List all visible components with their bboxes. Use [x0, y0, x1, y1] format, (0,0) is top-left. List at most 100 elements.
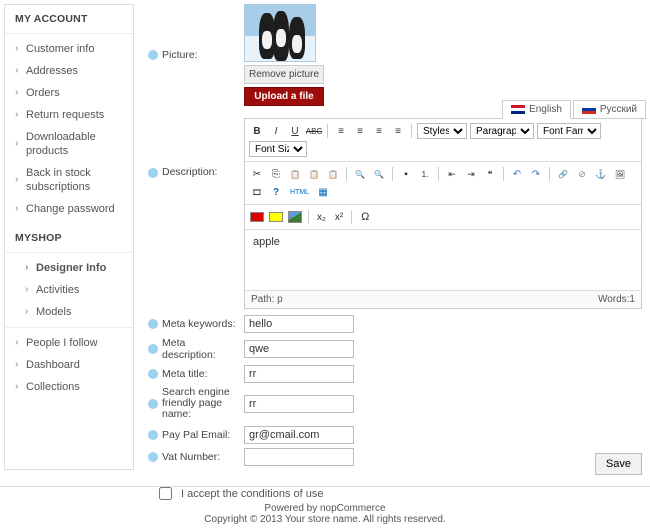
sidebar-item-change-password[interactable]: › Change password	[5, 198, 133, 220]
sidebar-item-models[interactable]: ›Models	[15, 301, 133, 323]
table-button[interactable]	[315, 184, 331, 200]
sidebar-item-label: People I follow	[26, 336, 98, 350]
paypal-input[interactable]	[244, 426, 354, 444]
upload-file-button[interactable]: Upload a file	[244, 87, 324, 106]
sidebar-item-back-in-stock[interactable]: ›Back in stock subscriptions	[5, 162, 133, 198]
sidebar-item-addresses[interactable]: ›Addresses	[5, 60, 133, 82]
sidebar: MY ACCOUNT ›Customer info ›Addresses ›Or…	[4, 4, 134, 470]
picture-thumbnail	[244, 4, 316, 62]
bold-button[interactable]: B	[249, 123, 265, 139]
paste-word-button[interactable]	[325, 166, 341, 182]
undo-button[interactable]	[509, 166, 525, 182]
redo-button[interactable]	[528, 166, 544, 182]
insert-image-button[interactable]	[287, 209, 303, 225]
anchor-button[interactable]	[593, 166, 609, 182]
accept-conditions-label: I accept the conditions of use	[181, 488, 323, 500]
font-family-select[interactable]: Font Family	[537, 123, 601, 139]
sef-name-label: Search engine friendly page name:	[162, 387, 244, 420]
chevron-right-icon: ›	[15, 380, 22, 394]
vat-input[interactable]	[244, 448, 354, 466]
chevron-right-icon: ›	[15, 202, 22, 216]
help-icon	[148, 452, 158, 462]
meta-description-input[interactable]	[244, 340, 354, 358]
sidebar-item-return-requests[interactable]: ›Return requests	[5, 104, 133, 126]
sidebar-title-myshop: MYSHOP	[5, 224, 133, 253]
indent-button[interactable]	[463, 166, 479, 182]
media-button[interactable]	[249, 184, 265, 200]
superscript-button[interactable]: x²	[332, 209, 346, 225]
paragraph-select[interactable]: Paragraph	[470, 123, 534, 139]
sidebar-item-designer-info[interactable]: › Designer Info	[15, 257, 133, 279]
flag-ru-icon	[582, 105, 596, 114]
bullet-list-button[interactable]	[398, 166, 414, 182]
help-icon	[148, 50, 158, 60]
meta-title-label: Meta title:	[162, 368, 244, 380]
align-left-button[interactable]: ≡	[333, 123, 349, 139]
find-button[interactable]	[352, 166, 368, 182]
sidebar-item-label: Designer Info	[36, 261, 106, 275]
sidebar-item-customer-info[interactable]: ›Customer info	[5, 38, 133, 60]
footer: Powered by nopCommerce Copyright © 2013 …	[0, 503, 650, 525]
meta-title-input[interactable]	[244, 365, 354, 383]
outdent-button[interactable]	[444, 166, 460, 182]
chevron-right-icon: ›	[15, 42, 22, 56]
special-char-button[interactable]	[357, 209, 373, 225]
align-center-button[interactable]: ≡	[352, 123, 368, 139]
meta-keywords-input[interactable]	[244, 315, 354, 333]
meta-description-label: Meta description:	[162, 337, 244, 361]
help-icon	[148, 319, 158, 329]
sidebar-item-label: Dashboard	[26, 358, 80, 372]
tab-russian[interactable]: Русский	[573, 100, 646, 119]
text-color-button[interactable]	[249, 209, 265, 225]
sidebar-item-label: Change password	[26, 202, 115, 216]
footer-powered: Powered by nopCommerce	[0, 503, 650, 514]
subscript-button[interactable]: x₂	[314, 209, 329, 225]
editor-path: Path: p	[251, 294, 283, 305]
font-size-select[interactable]: Font Size	[249, 141, 307, 157]
remove-picture-button[interactable]: Remove picture	[244, 65, 324, 84]
sidebar-item-label: Downloadable products	[26, 130, 125, 158]
sef-name-input[interactable]	[244, 395, 354, 413]
rich-text-editor: B I U ABC ≡ ≡ ≡ ≡ Styles Paragraph Font …	[244, 118, 642, 309]
sidebar-item-dashboard[interactable]: ›Dashboard	[5, 354, 133, 376]
tab-english[interactable]: English	[502, 100, 571, 119]
sidebar-item-people-follow[interactable]: ›People I follow	[5, 332, 133, 354]
strike-button[interactable]: ABC	[306, 123, 322, 139]
help-icon	[148, 369, 158, 379]
paypal-label: Pay Pal Email:	[162, 429, 244, 441]
sidebar-item-activities[interactable]: ›Activities	[15, 279, 133, 301]
underline-button[interactable]: U	[287, 123, 303, 139]
italic-button[interactable]: I	[268, 123, 284, 139]
sidebar-item-orders[interactable]: ›Orders	[5, 82, 133, 104]
replace-button[interactable]	[371, 166, 387, 182]
color-swatch-icon	[269, 212, 283, 222]
link-button[interactable]	[555, 166, 571, 182]
meta-keywords-label: Meta keywords:	[162, 318, 244, 330]
number-list-button[interactable]	[417, 166, 433, 182]
editor-textarea[interactable]: apple	[245, 230, 641, 290]
accept-conditions-checkbox[interactable]	[159, 487, 172, 500]
sidebar-item-downloadable[interactable]: ›Downloadable products	[5, 126, 133, 162]
image-button[interactable]	[612, 166, 628, 182]
copy-button[interactable]	[268, 166, 284, 182]
align-justify-button[interactable]: ≡	[390, 123, 406, 139]
sidebar-item-label: Addresses	[26, 64, 78, 78]
divider	[0, 486, 650, 487]
unlink-button[interactable]	[574, 166, 590, 182]
bg-color-button[interactable]	[268, 209, 284, 225]
vat-label: Vat Number:	[162, 451, 244, 463]
picture-icon	[288, 211, 302, 223]
save-button[interactable]: Save	[595, 453, 642, 475]
cut-button[interactable]	[249, 166, 265, 182]
chevron-right-icon: ›	[25, 261, 32, 275]
html-button[interactable]: HTML	[287, 184, 312, 200]
style-select[interactable]: Styles	[417, 123, 467, 139]
help-button[interactable]	[268, 184, 284, 200]
footer-copyright: Copyright © 2013 Your store name. All ri…	[0, 514, 650, 525]
blockquote-button[interactable]	[482, 166, 498, 182]
help-icon	[148, 399, 158, 409]
align-right-button[interactable]: ≡	[371, 123, 387, 139]
paste-button[interactable]	[287, 166, 303, 182]
sidebar-item-collections[interactable]: ›Collections	[5, 376, 133, 398]
paste-text-button[interactable]	[306, 166, 322, 182]
